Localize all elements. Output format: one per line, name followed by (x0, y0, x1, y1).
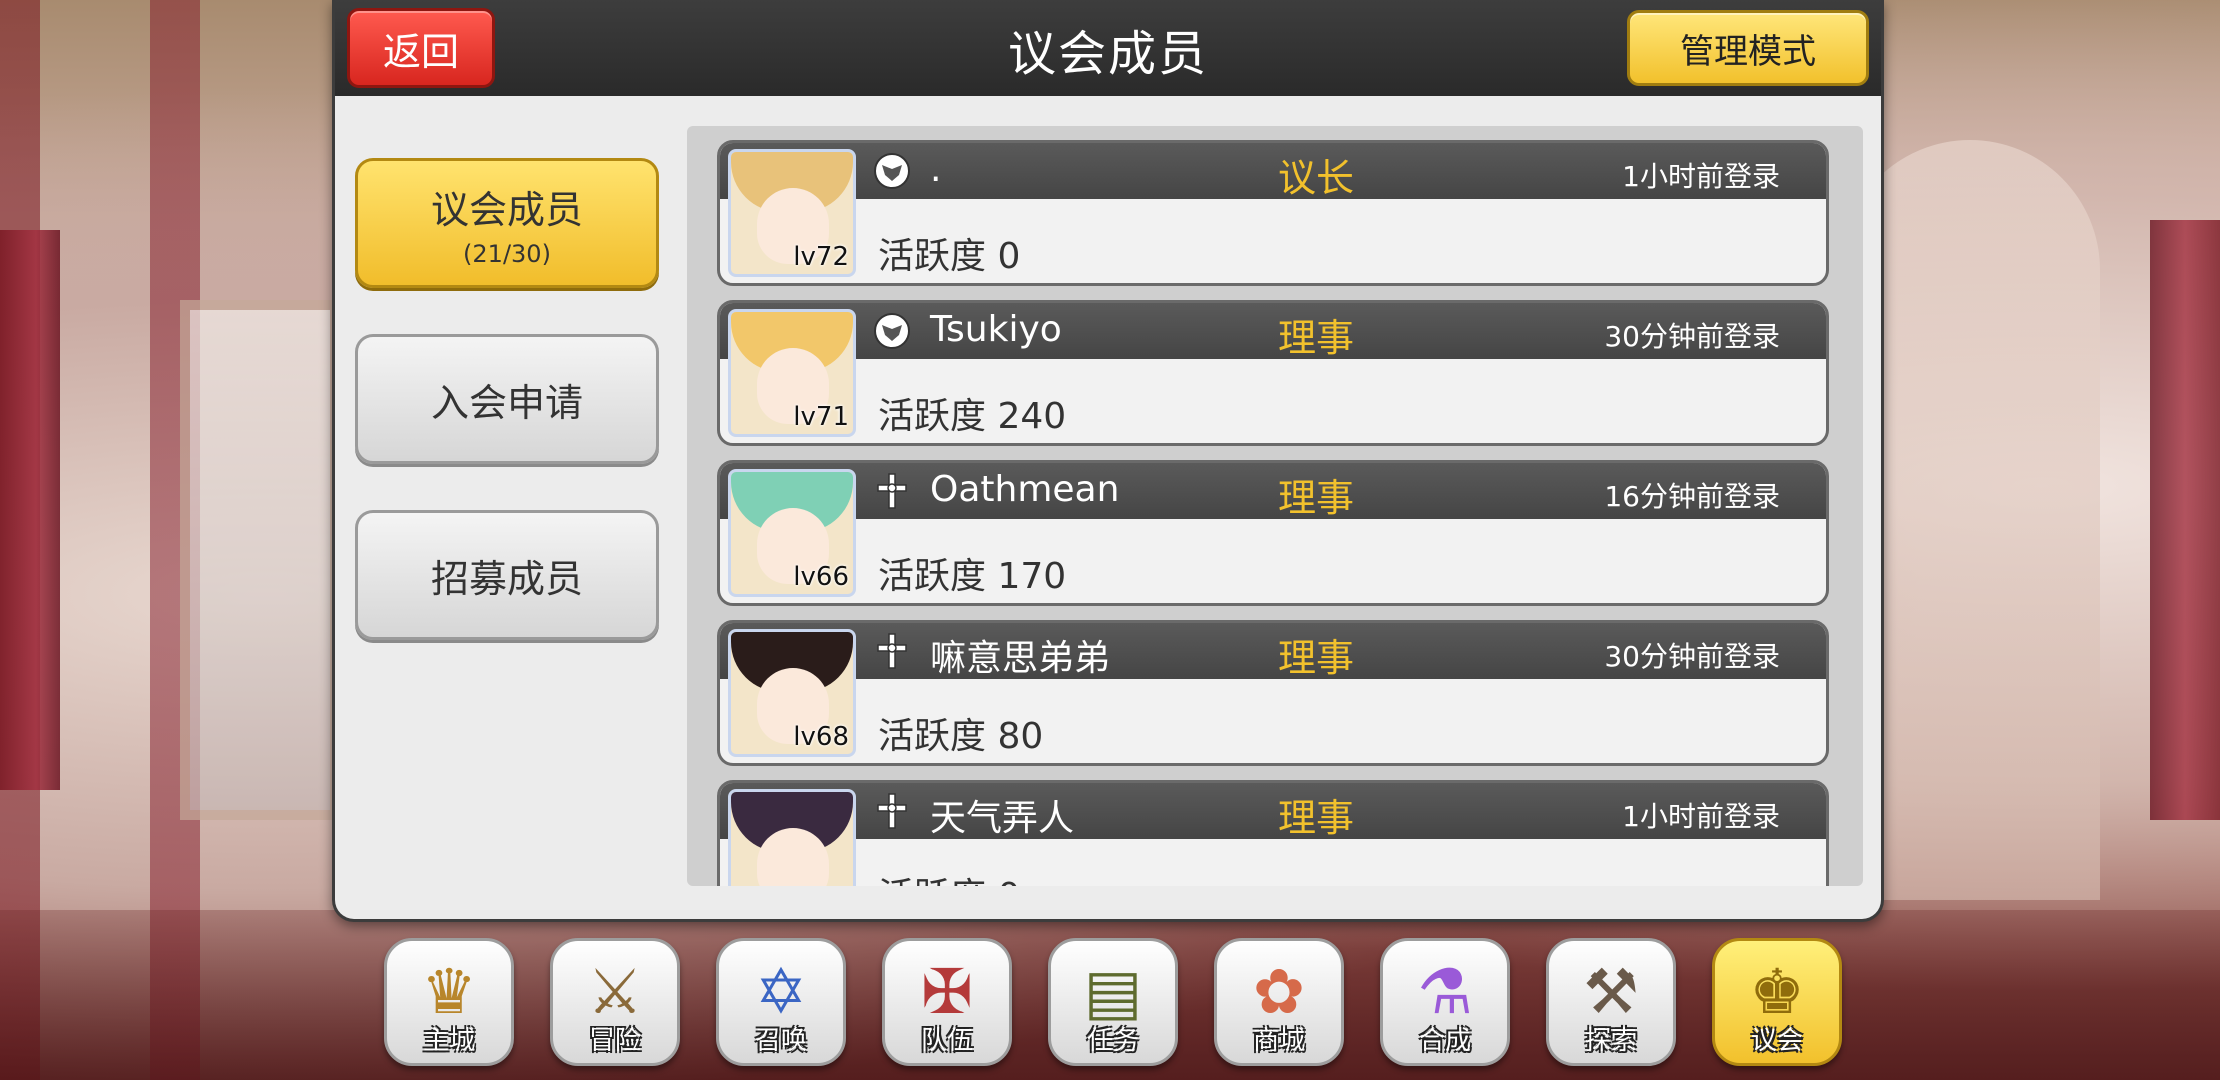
nav-button-winged-emblem[interactable]: ✠ 队伍 (882, 938, 1012, 1066)
nav-button-crown[interactable]: ♛ 主城 (384, 938, 514, 1066)
member-count: (21/30) (463, 239, 551, 268)
nav-button-guild-crest[interactable]: ♚ 议会 (1712, 938, 1842, 1066)
nav-label: 任务 (1086, 1026, 1139, 1056)
council-panel: 返回 议会成员 管理模式 议会成员 (21/30) 入会申请 招募成员 lv72… (332, 0, 1884, 922)
tab-label: 议会成员 (430, 187, 583, 232)
nav-button-shop-tree[interactable]: ✿ 商城 (1214, 938, 1344, 1066)
member-row[interactable]: 天气弄人 理事 1小时前登录活跃度 0 (717, 780, 1829, 886)
tab-label: 招募成员 (430, 556, 583, 601)
member-last-login: 30分钟前登录 (1604, 320, 1780, 353)
member-role: 理事 (1278, 316, 1355, 360)
nav-label: 探索 (1584, 1026, 1637, 1056)
nav-label: 召唤 (754, 1026, 807, 1056)
shield-badge-icon (872, 151, 912, 191)
member-role: 议长 (1278, 156, 1355, 200)
member-row[interactable]: lv72. 议长 1小时前登录活跃度 0 (717, 140, 1829, 286)
tab-join-requests[interactable]: 入会申请 (355, 334, 659, 464)
member-list[interactable]: lv72. 议长 1小时前登录 活跃度 0 lv71 Tsukiyo 理事 30分钟前登录 活跃… (687, 126, 1863, 886)
member-role: 理事 (1278, 636, 1355, 680)
member-level: lv68 (793, 722, 849, 752)
member-role: 理事 (1278, 796, 1355, 840)
background-curtain-left (0, 230, 60, 790)
member-avatar[interactable]: lv72 (728, 149, 856, 277)
member-last-login: 30分钟前登录 (1604, 640, 1780, 673)
member-name: . (930, 149, 942, 190)
member-name: 天气弄人 (930, 798, 1075, 839)
member-row[interactable]: lv71 Tsukiyo 理事 30分钟前登录活跃度 240 (717, 300, 1829, 446)
panel-header: 返回 议会成员 管理模式 (335, 0, 1881, 96)
member-level: lv71 (793, 402, 849, 432)
cross-badge-icon (872, 791, 912, 831)
member-avatar[interactable]: lv68 (728, 629, 856, 757)
member-avatar[interactable] (728, 789, 856, 886)
manage-mode-button[interactable]: 管理模式 (1627, 10, 1869, 86)
nav-label: 商城 (1252, 1026, 1305, 1056)
member-name: Oathmean (930, 469, 1120, 510)
member-name: Tsukiyo (930, 309, 1062, 350)
member-avatar[interactable]: lv71 (728, 309, 856, 437)
nav-label: 议会 (1750, 1026, 1803, 1056)
member-level: lv66 (793, 562, 849, 592)
nav-button-potion-flask[interactable]: ⚗ 合成 (1380, 938, 1510, 1066)
nav-label: 冒险 (588, 1026, 641, 1056)
cross-badge-icon (872, 631, 912, 671)
member-last-login: 1小时前登录 (1622, 800, 1780, 833)
member-last-login: 1小时前登录 (1622, 160, 1780, 193)
shield-badge-icon (872, 311, 912, 351)
nav-label: 队伍 (920, 1026, 973, 1056)
member-avatar[interactable]: lv66 (728, 469, 856, 597)
background-window-left (180, 300, 340, 820)
tab-label: 入会申请 (430, 380, 583, 425)
tab-council-members[interactable]: 议会成员 (21/30) (355, 158, 659, 288)
member-activity: 活跃度 0 (878, 236, 1021, 277)
nav-button-summon-card[interactable]: ✡ 召唤 (716, 938, 846, 1066)
member-row[interactable]: lv66 Oathmean 理事 16分钟前登录活跃度 170 (717, 460, 1829, 606)
nav-label: 主城 (422, 1026, 475, 1056)
member-level: lv72 (793, 242, 849, 272)
member-last-login: 16分钟前登录 (1604, 480, 1780, 513)
member-role: 理事 (1278, 476, 1355, 520)
nav-button-shovel[interactable]: ⚒ 探索 (1546, 938, 1676, 1066)
member-activity: 活跃度 240 (878, 396, 1067, 437)
member-activity: 活跃度 80 (878, 716, 1044, 757)
member-activity: 活跃度 0 (878, 867, 1020, 886)
background-curtain-right (2150, 220, 2220, 820)
tab-recruit-members[interactable]: 招募成员 (355, 510, 659, 640)
member-row[interactable]: lv68 嘛意思弟弟 理事 30分钟前登录活跃度 80 (717, 620, 1829, 766)
nav-button-axe-shield[interactable]: ⚔ 冒险 (550, 938, 680, 1066)
cross-badge-icon (872, 471, 912, 511)
nav-button-quest-book[interactable]: ▤ 任务 (1048, 938, 1178, 1066)
member-activity: 活跃度 170 (878, 556, 1067, 597)
nav-label: 合成 (1418, 1026, 1471, 1056)
member-name: 嘛意思弟弟 (930, 638, 1111, 679)
